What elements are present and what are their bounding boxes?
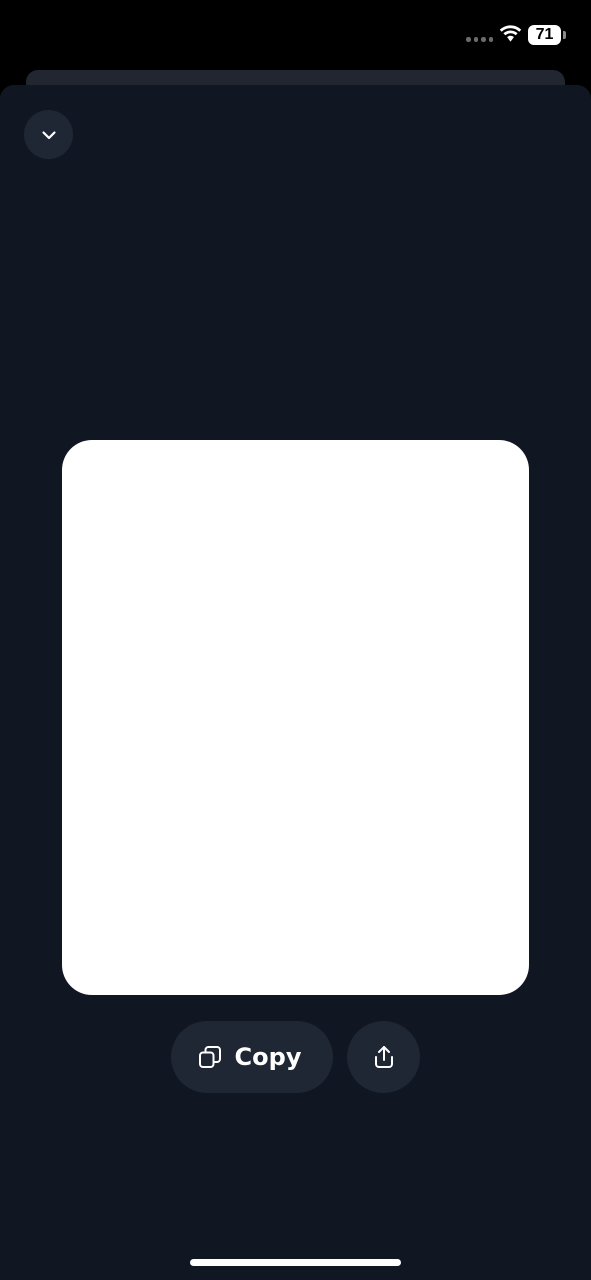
home-indicator[interactable] xyxy=(190,1259,401,1266)
share-button[interactable] xyxy=(347,1021,420,1093)
copy-button[interactable]: Copy xyxy=(171,1021,333,1093)
signal-dots-icon xyxy=(466,37,493,42)
qr-code-card xyxy=(62,440,529,995)
battery-level: 71 xyxy=(535,26,554,43)
wifi-icon xyxy=(499,25,522,42)
battery-icon: 71 xyxy=(528,25,568,45)
copy-label: Copy xyxy=(234,1043,302,1071)
battery-body: 71 xyxy=(528,25,561,45)
copy-icon xyxy=(198,1046,221,1068)
share-icon xyxy=(374,1046,393,1068)
collapse-button[interactable] xyxy=(24,110,73,159)
chevron-down-icon xyxy=(41,130,56,139)
status-bar: 71 xyxy=(0,0,591,70)
battery-tip xyxy=(563,31,566,39)
